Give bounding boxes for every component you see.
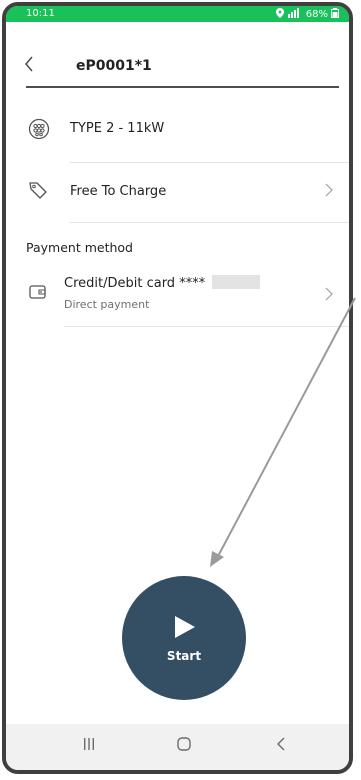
battery-icon bbox=[331, 8, 339, 21]
connector-label: TYPE 2 - 11kW bbox=[70, 121, 165, 136]
chevron-right-icon bbox=[325, 286, 333, 305]
connector-row: TYPE 2 - 11kW bbox=[6, 112, 349, 158]
divider bbox=[70, 162, 349, 163]
pricing-label: Free To Charge bbox=[70, 184, 167, 199]
back-button[interactable] bbox=[24, 56, 34, 77]
header-divider bbox=[26, 86, 339, 88]
battery-percent: 68% bbox=[305, 9, 328, 20]
redacted-card-number bbox=[212, 275, 260, 289]
type2-connector-icon bbox=[28, 118, 50, 144]
play-icon bbox=[170, 613, 198, 645]
status-bar: 10:11 68% bbox=[6, 6, 349, 22]
app-header: eP0001*1 bbox=[6, 22, 349, 86]
chevron-left-icon bbox=[24, 56, 34, 77]
start-button[interactable]: Start bbox=[122, 576, 246, 700]
location-icon bbox=[275, 8, 284, 21]
signal-icon bbox=[287, 8, 303, 21]
card-label: Credit/Debit card **** bbox=[64, 276, 206, 291]
phone-frame: 10:11 68% eP0001*1 TYPE 2 - 11kW Free To… bbox=[2, 2, 353, 774]
pricing-row[interactable]: Free To Charge bbox=[6, 170, 349, 220]
home-button[interactable] bbox=[176, 736, 192, 756]
home-icon bbox=[176, 737, 192, 756]
payment-type-label: Direct payment bbox=[64, 298, 150, 311]
start-label: Start bbox=[166, 649, 202, 663]
status-icons: 68% bbox=[275, 8, 339, 21]
page-title: eP0001*1 bbox=[76, 58, 152, 74]
wallet-icon bbox=[28, 283, 48, 305]
price-tag-icon bbox=[28, 180, 48, 204]
system-nav-bar bbox=[6, 724, 349, 770]
divider bbox=[64, 326, 349, 327]
recents-button[interactable] bbox=[82, 736, 96, 755]
nav-back-button[interactable] bbox=[276, 736, 286, 755]
payment-section-label: Payment method bbox=[26, 240, 133, 255]
back-icon bbox=[276, 736, 286, 755]
recents-icon bbox=[82, 736, 96, 755]
status-time: 10:11 bbox=[26, 8, 55, 19]
chevron-right-icon bbox=[325, 182, 333, 201]
divider bbox=[70, 222, 349, 223]
